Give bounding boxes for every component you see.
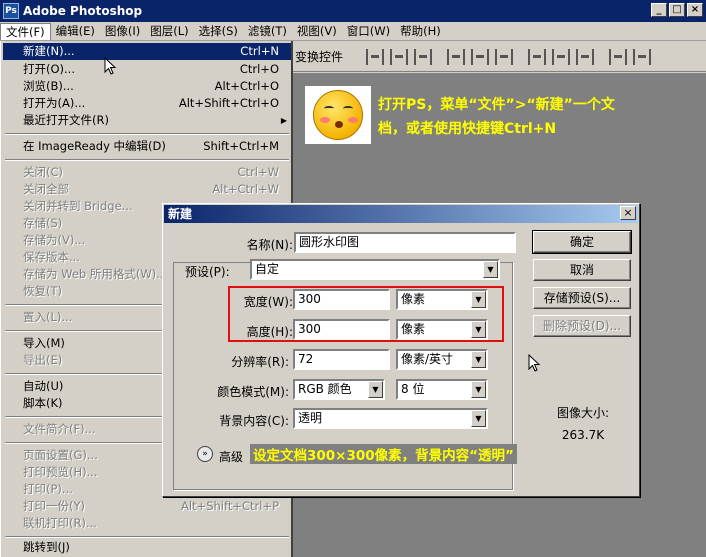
menu-item-edit-in-imageready[interactable]: 在 ImageReady 中编辑(D) Shift+Ctrl+M (3, 138, 291, 155)
menu-help[interactable]: 帮助(H) (395, 23, 446, 40)
delete-preset-button[interactable]: 删除预设(D)... (533, 315, 631, 337)
image-size-value: 263.7K (561, 428, 605, 442)
distribute-right-icon[interactable] (633, 48, 652, 65)
distribute-bottom-icon[interactable] (576, 48, 595, 65)
menu-item-close-all[interactable]: 关闭全部 Alt+Ctrl+W (3, 181, 291, 198)
menu-bar: 文件(F) 编辑(E) 图像(I) 图层(L) 选择(S) 滤镜(T) 视图(V… (0, 22, 706, 41)
image-size-label: 图像大小: (556, 406, 610, 420)
menu-item-online-print[interactable]: 联机打印(R)... (3, 515, 291, 532)
color-mode-label: 颜色模式(M): (217, 385, 289, 399)
photoshop-logo-icon: Ps (3, 3, 19, 19)
color-mode-select[interactable]: RGB 颜色 ▼ (293, 379, 385, 400)
align-top-icon[interactable] (366, 48, 385, 65)
resolution-unit-select[interactable]: 像素/英寸 ▼ (396, 349, 488, 370)
menu-item-jump-to[interactable]: 跳转到(J) (3, 539, 291, 556)
chevron-down-icon: ▼ (471, 381, 486, 398)
height-input[interactable]: 300 (293, 319, 390, 340)
width-label: 宽度(W): (243, 295, 293, 309)
cancel-button[interactable]: 取消 (533, 259, 631, 281)
transform-controls-label[interactable]: 变换控件 (295, 48, 343, 65)
mouse-cursor-icon (528, 354, 541, 372)
tutorial-note-line-2: 档，或者使用快捷键Ctrl+N (378, 121, 557, 137)
menu-filter[interactable]: 滤镜(T) (243, 23, 292, 40)
menu-item-close[interactable]: 关闭(C) Ctrl+W (3, 164, 291, 181)
menu-item-browse[interactable]: 浏览(B)... Alt+Ctrl+O (3, 78, 291, 95)
align-left-icon[interactable] (447, 48, 466, 65)
maximize-button[interactable]: □ (669, 3, 685, 17)
align-bottom-icon[interactable] (414, 48, 433, 65)
tutorial-note-line-1: 打开PS，菜单“文件”>“新建”一个文 (378, 97, 615, 113)
menu-item-print-one-copy[interactable]: 打印一份(Y) Alt+Shift+Ctrl+P (3, 498, 291, 515)
menu-view[interactable]: 视图(V) (292, 23, 342, 40)
menu-window[interactable]: 窗口(W) (342, 23, 395, 40)
menu-file[interactable]: 文件(F) (0, 22, 51, 40)
width-unit-select[interactable]: 像素 ▼ (396, 289, 488, 310)
advanced-label: 高级 (219, 450, 244, 464)
name-input[interactable]: 圆形水印图 (294, 232, 516, 253)
resolution-input[interactable]: 72 (293, 349, 390, 370)
preset-select[interactable]: 自定 ▼ (250, 259, 500, 280)
window-title: Adobe Photoshop (23, 4, 143, 18)
advanced-toggle-icon[interactable]: » (197, 446, 213, 462)
mouse-cursor-icon (104, 57, 117, 75)
chevron-down-icon: ▼ (483, 261, 498, 278)
chevron-down-icon: ▼ (471, 410, 486, 427)
height-label: 高度(H): (246, 325, 293, 339)
chevron-down-icon: ▼ (471, 351, 486, 368)
save-preset-button[interactable]: 存储预设(S)... (533, 287, 631, 309)
submenu-arrow-icon: ▶ (280, 116, 287, 125)
menu-layer[interactable]: 图层(L) (145, 23, 193, 40)
width-input[interactable]: 300 (293, 289, 390, 310)
tutorial-note-bottom: 设定文档300×300像素，背景内容“透明” (250, 444, 517, 464)
chevron-down-icon: ▼ (471, 321, 486, 338)
align-vcenter-icon[interactable] (390, 48, 409, 65)
align-hcenter-icon[interactable] (471, 48, 490, 65)
bit-depth-select[interactable]: 8 位 ▼ (396, 379, 488, 400)
minimize-button[interactable]: _ (651, 3, 667, 17)
menu-item-open-as[interactable]: 打开为(A)... Alt+Shift+Ctrl+O (3, 95, 291, 112)
menu-item-new[interactable]: 新建(N)... Ctrl+N (3, 43, 291, 60)
height-unit-select[interactable]: 像素 ▼ (396, 319, 488, 340)
menu-image[interactable]: 图像(I) (100, 23, 145, 40)
resolution-label: 分辨率(R): (231, 355, 289, 369)
distribute-top-icon[interactable] (528, 48, 547, 65)
distribute-left-icon[interactable] (609, 48, 628, 65)
options-bar: 变换控件 (293, 42, 706, 72)
close-button[interactable]: × (687, 3, 703, 17)
name-label: 名称(N): (246, 238, 293, 252)
chevron-down-icon: ▼ (471, 291, 486, 308)
background-label: 背景内容(C): (219, 414, 289, 428)
chevron-down-icon: ▼ (368, 381, 383, 398)
title-bar: Ps Adobe Photoshop _ □ × (0, 0, 706, 22)
dialog-title: 新建 (164, 205, 638, 223)
menu-item-recent-files[interactable]: 最近打开文件(R) ▶ (3, 112, 291, 129)
smiley-face-icon (305, 86, 371, 144)
distribute-vcenter-icon[interactable] (552, 48, 571, 65)
dialog-close-button[interactable]: × (620, 206, 636, 220)
menu-select[interactable]: 选择(S) (194, 23, 243, 40)
menu-edit[interactable]: 编辑(E) (51, 23, 100, 40)
ok-button[interactable]: 确定 (532, 230, 632, 254)
align-right-icon[interactable] (495, 48, 514, 65)
menu-item-open[interactable]: 打开(O)... Ctrl+O (3, 61, 291, 78)
background-select[interactable]: 透明 ▼ (293, 408, 488, 429)
